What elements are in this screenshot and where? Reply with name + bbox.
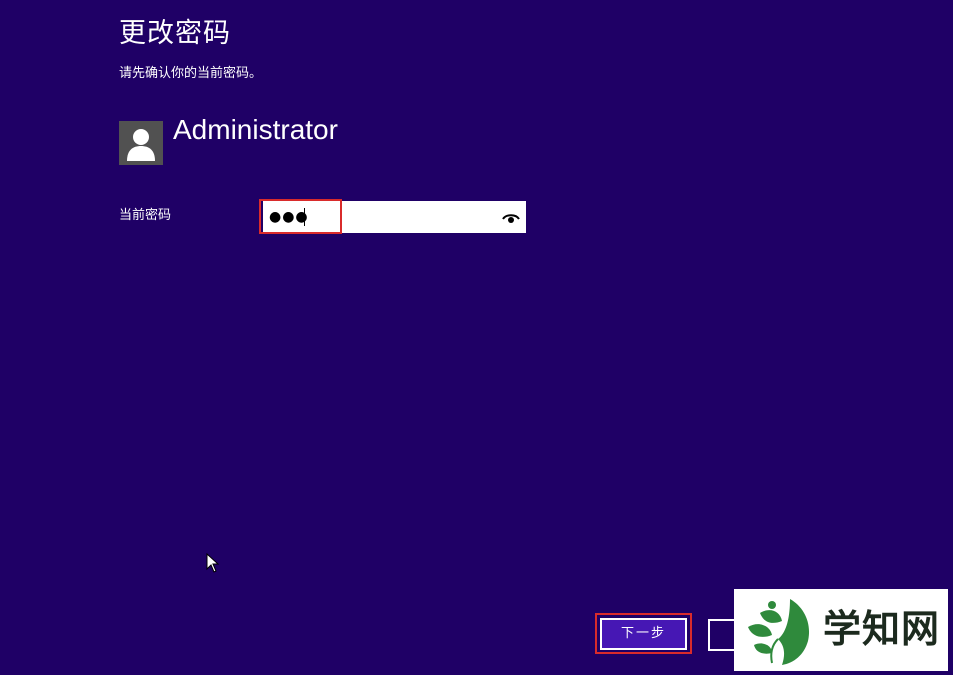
mouse-pointer-icon: [206, 552, 220, 573]
username: Administrator: [173, 114, 338, 145]
watermark-text: 学知网: [823, 606, 941, 651]
leaf-face-logo: [742, 593, 816, 667]
watermark-panel: 学知网: [734, 589, 948, 671]
eye-icon[interactable]: [502, 210, 520, 224]
next-highlight-box: [595, 613, 692, 654]
current-password-label: 当前密码: [119, 208, 172, 223]
user-silhouette-icon: [119, 121, 163, 165]
avatar-svg: [127, 129, 155, 161]
field-highlight-box: [259, 199, 342, 234]
page-subtitle: 请先确认你的当前密码。: [119, 66, 263, 81]
page-title: 更改密码: [119, 18, 231, 49]
